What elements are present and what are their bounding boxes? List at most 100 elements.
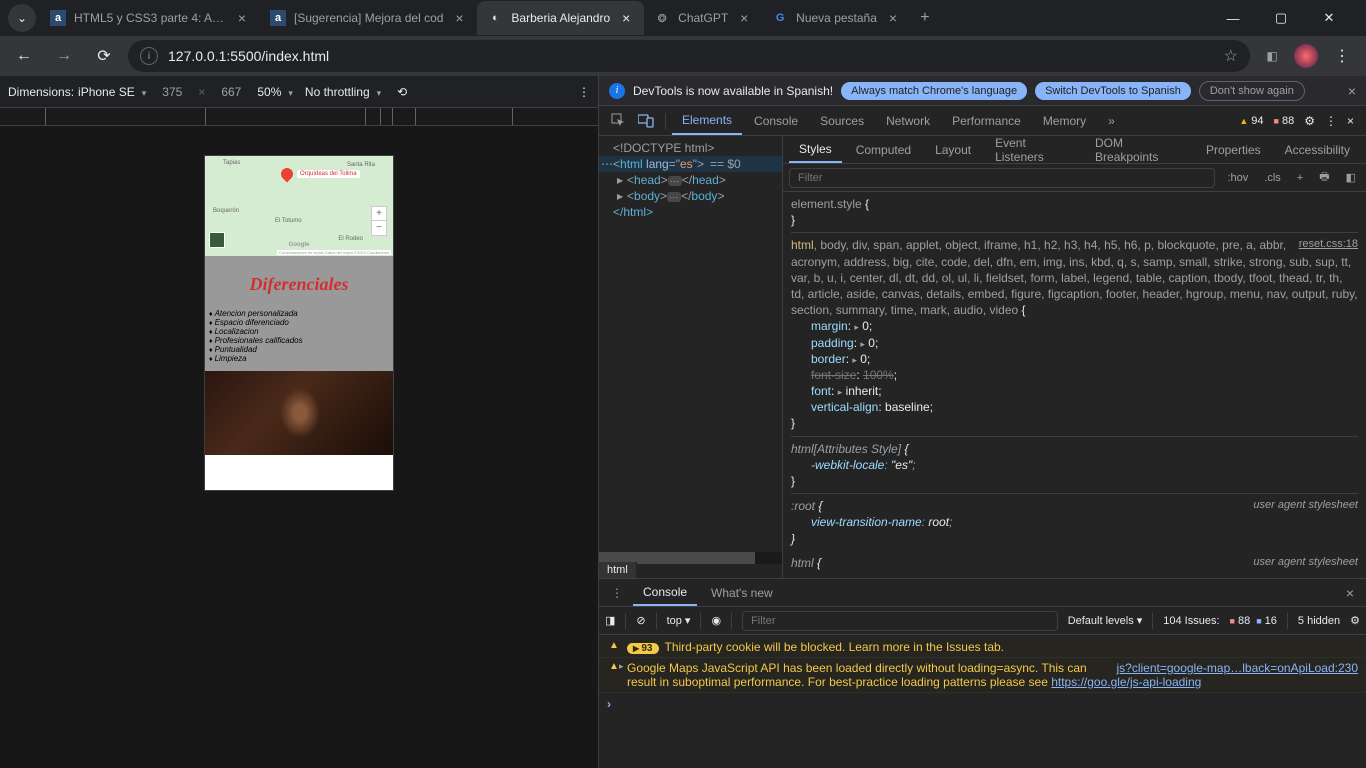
browser-menu-icon[interactable]: ⋮: [1326, 40, 1358, 72]
styles-filter-input[interactable]: [789, 168, 1215, 188]
head-node[interactable]: ▸<head>⋯</head>: [599, 172, 782, 188]
log-levels-select[interactable]: Default levels ▾: [1068, 614, 1143, 627]
map-embed[interactable]: Tapias Santa Rita Boquerón El Totumo El …: [205, 156, 393, 256]
device-frame[interactable]: Tapias Santa Rita Boquerón El Totumo El …: [205, 156, 393, 490]
html-close-node[interactable]: </html>: [599, 204, 782, 220]
tab-network[interactable]: Network: [876, 108, 940, 134]
breadcrumb-html[interactable]: html: [599, 562, 637, 578]
drawer-menu-icon[interactable]: ⋮: [605, 586, 629, 600]
zoom-out-button[interactable]: −: [372, 221, 386, 235]
subtab-a11y[interactable]: Accessibility: [1275, 138, 1360, 162]
body-node[interactable]: ▸<body>⋯</body>: [599, 188, 782, 204]
device-menu-icon[interactable]: ⋮: [578, 85, 590, 99]
issues-label[interactable]: 104 Issues:: [1163, 615, 1219, 627]
close-icon[interactable]: ×: [1340, 585, 1360, 601]
tab-0[interactable]: aHTML5 y CSS3 parte 4: Avan×: [40, 1, 260, 35]
device-mode-icon[interactable]: [633, 108, 659, 134]
tab-performance[interactable]: Performance: [942, 108, 1031, 134]
console-warning[interactable]: 93Third-party cookie will be blocked. Le…: [599, 637, 1366, 658]
rendering-icon[interactable]: ◧: [1342, 169, 1360, 186]
clear-console-icon[interactable]: ⊘: [636, 614, 645, 627]
map-satellite-toggle[interactable]: [209, 232, 225, 248]
console-warning[interactable]: ▸ js?client=google-map…lback=onApiLoad:2…: [599, 658, 1366, 693]
close-icon[interactable]: ×: [1348, 83, 1356, 99]
rule-selector[interactable]: element.style: [791, 197, 862, 211]
new-tab-button[interactable]: +: [911, 4, 939, 32]
new-rule-icon[interactable]: +: [1293, 170, 1307, 186]
tab-3[interactable]: ❂ChatGPT×: [644, 1, 762, 35]
tabs-dropdown[interactable]: ⌄: [8, 4, 36, 32]
back-button[interactable]: ←: [8, 40, 40, 72]
close-devtools-icon[interactable]: ×: [1347, 114, 1354, 128]
map-zoom-control[interactable]: +−: [371, 206, 387, 236]
styles-rules[interactable]: element.style { } reset.css:18 html, bod…: [783, 192, 1366, 578]
drawer-tab-whatsnew[interactable]: What's new: [701, 581, 783, 605]
minimize-button[interactable]: —: [1218, 3, 1248, 33]
dimensions-select[interactable]: Dimensions: iPhone SE: [8, 85, 146, 99]
close-icon[interactable]: ×: [234, 10, 250, 26]
maximize-button[interactable]: ▢: [1266, 3, 1296, 33]
sidebar-toggle-icon[interactable]: ◨: [605, 614, 615, 627]
address-bar[interactable]: i 127.0.0.1:5500/index.html ☆: [128, 40, 1250, 72]
tab-4[interactable]: GNueva pestaña×: [762, 1, 911, 35]
settings-icon[interactable]: ⚙: [1304, 114, 1315, 128]
viewport-area: Tapias Santa Rita Boquerón El Totumo El …: [0, 126, 598, 768]
subtab-properties[interactable]: Properties: [1196, 138, 1271, 162]
site-info-icon[interactable]: i: [140, 47, 158, 65]
more-icon[interactable]: ⋮: [1325, 114, 1337, 128]
context-select[interactable]: top ▾: [667, 614, 691, 627]
console-settings-icon[interactable]: ⚙: [1350, 614, 1360, 627]
height-input[interactable]: 667: [217, 85, 245, 99]
subtab-layout[interactable]: Layout: [925, 138, 981, 162]
subtab-styles[interactable]: Styles: [789, 137, 842, 163]
live-expression-icon[interactable]: ◉: [711, 614, 721, 627]
doc-link[interactable]: https://goo.gle/js-api-loading: [1051, 675, 1201, 689]
issues-info[interactable]: 16: [1256, 615, 1277, 627]
rule-selector-list[interactable]: html, body, div, span, applet, object, i…: [791, 237, 1358, 318]
rule-source-link[interactable]: reset.css:18: [1299, 237, 1358, 252]
drawer-tab-console[interactable]: Console: [633, 580, 697, 606]
console-filter-input[interactable]: [742, 611, 1058, 631]
elements-tree[interactable]: <!DOCTYPE html> ⋯<html lang="es">== $0 ▸…: [599, 136, 783, 578]
close-icon[interactable]: ×: [451, 10, 467, 26]
hov-button[interactable]: :hov: [1223, 170, 1252, 186]
tab-2-active[interactable]: ◐Barberia Alejandro×: [477, 1, 644, 35]
throttling-select[interactable]: No throttling: [305, 85, 381, 99]
tab-memory[interactable]: Memory: [1033, 108, 1096, 134]
expand-icon[interactable]: ▸: [619, 661, 624, 672]
inspect-icon[interactable]: [605, 108, 631, 134]
subtab-computed[interactable]: Computed: [846, 138, 921, 162]
side-panel-icon[interactable]: ◧: [1258, 42, 1286, 70]
tab-elements[interactable]: Elements: [672, 107, 742, 135]
close-icon[interactable]: ×: [736, 10, 752, 26]
doctype-node[interactable]: <!DOCTYPE html>: [599, 140, 782, 156]
zoom-in-button[interactable]: +: [372, 207, 386, 221]
computed-toggle-icon[interactable]: 🖶: [1315, 166, 1333, 189]
close-window-button[interactable]: ✕: [1314, 3, 1344, 33]
width-input[interactable]: 375: [158, 85, 186, 99]
cls-button[interactable]: .cls: [1260, 170, 1285, 186]
match-language-button[interactable]: Always match Chrome's language: [841, 82, 1027, 100]
source-link[interactable]: js?client=google-map…lback=onApiLoad:230: [1117, 661, 1359, 675]
rotate-icon[interactable]: ⟲: [397, 85, 407, 99]
tabs-overflow-icon[interactable]: »: [1098, 108, 1125, 134]
hidden-count[interactable]: 5 hidden: [1298, 615, 1340, 627]
bookmark-icon[interactable]: ☆: [1224, 46, 1238, 66]
tab-console[interactable]: Console: [744, 108, 808, 134]
close-icon[interactable]: ×: [885, 10, 901, 26]
issues-errors[interactable]: 88: [1230, 615, 1251, 627]
close-icon[interactable]: ×: [618, 10, 634, 26]
tab-sources[interactable]: Sources: [810, 108, 874, 134]
errors-badge[interactable]: 88: [1274, 115, 1295, 127]
warnings-badge[interactable]: 94: [1239, 115, 1263, 127]
zoom-select[interactable]: 50%: [257, 85, 293, 99]
switch-language-button[interactable]: Switch DevTools to Spanish: [1035, 82, 1191, 100]
tab-1[interactable]: a[Sugerencia] Mejora del cod×: [260, 1, 477, 35]
html-node[interactable]: ⋯<html lang="es">== $0: [599, 156, 782, 172]
console-messages[interactable]: 93Third-party cookie will be blocked. Le…: [599, 635, 1366, 768]
dont-show-button[interactable]: Don't show again: [1199, 81, 1305, 101]
reload-button[interactable]: ⟳: [88, 40, 120, 72]
console-prompt[interactable]: [599, 693, 1366, 715]
profile-avatar[interactable]: [1294, 44, 1318, 68]
forward-button[interactable]: →: [48, 40, 80, 72]
